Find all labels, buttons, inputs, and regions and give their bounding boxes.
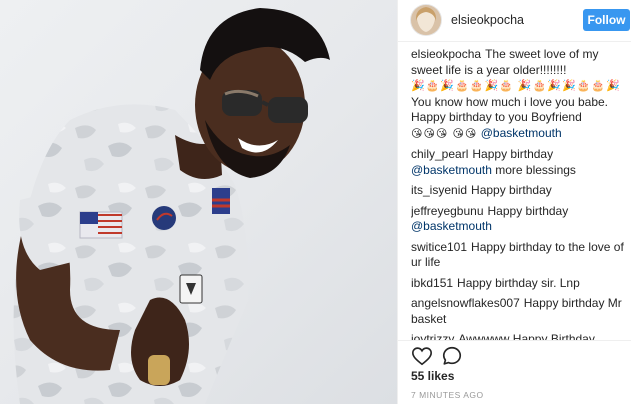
comment-text: Happy birthday (471, 183, 552, 197)
comment-text: Awwwww Happy Birthday (458, 332, 595, 340)
comment-username[interactable]: its_isyenid (411, 183, 467, 197)
likes-count[interactable]: 55 likes (411, 369, 454, 383)
comment-mention-link[interactable]: @basketmouth (481, 126, 562, 140)
comment-username[interactable]: chily_pearl (411, 147, 468, 161)
comment-username[interactable]: ibkd151 (411, 276, 453, 290)
comment-emoji: 🎉🎂🎉🎂🎂🎉🎂 🎉🎂🎉🎉🎂🎂🎉 (411, 80, 621, 92)
comments-list: elsieokpocha The sweet love of my sweet l… (411, 47, 626, 340)
man-in-sunglasses-photo (13, 8, 330, 404)
comment-username[interactable]: elsieokpocha (411, 47, 481, 61)
post-header: elsieokpocha Follow (398, 0, 631, 42)
post-side-panel: elsieokpocha Follow elsieokpocha The swee… (397, 0, 631, 404)
comment-item: jeffreyegbunu Happy birthday @basketmouth (411, 204, 626, 235)
avatar-image (411, 5, 441, 35)
post-photo (0, 0, 397, 404)
post-actions (398, 340, 631, 368)
comment-username[interactable]: joytrizzy (411, 332, 454, 340)
comment-text: Happy birthday (487, 203, 569, 218)
comment-text: Happy birthday sir. Lnp (457, 275, 580, 290)
avatar[interactable] (411, 5, 441, 35)
comment-username[interactable]: jeffreyegbunu (411, 204, 484, 218)
comment-item: ibkd151 Happy birthday sir. Lnp (411, 276, 626, 292)
comment-bubble-icon[interactable] (441, 345, 463, 367)
comment-item: switice101 Happy birthday to the love of … (411, 240, 626, 271)
comment-mention-link[interactable]: @basketmouth (411, 219, 492, 233)
comment-item: its_isyenid Happy birthday (411, 183, 626, 199)
comment-username[interactable]: angelsnowflakes007 (411, 296, 520, 310)
comment-item: chily_pearl Happy birthday @basketmouth m… (411, 147, 626, 178)
comment-emoji: 😘😘😘 😘😘 (411, 127, 478, 140)
comment-item: joytrizzyAwwwww Happy Birthday @basketmo… (411, 332, 626, 340)
comment-mention-link[interactable]: @basketmouth (411, 163, 492, 177)
comment-text: Happy birthday (472, 147, 554, 161)
comment-text: You know how much i love you babe. Happy… (411, 94, 609, 125)
heart-icon[interactable] (411, 345, 433, 367)
comment-username[interactable]: switice101 (411, 240, 467, 254)
follow-button[interactable]: Follow (583, 9, 630, 31)
header-username[interactable]: elsieokpocha (451, 13, 524, 27)
comment-item: elsieokpocha The sweet love of my sweet l… (411, 47, 626, 142)
comment-text: more blessings (491, 162, 576, 177)
post-timestamp: 7 MINUTES AGO (411, 390, 484, 400)
comment-item: angelsnowflakes007 Happy birthday Mr bask… (411, 296, 626, 327)
